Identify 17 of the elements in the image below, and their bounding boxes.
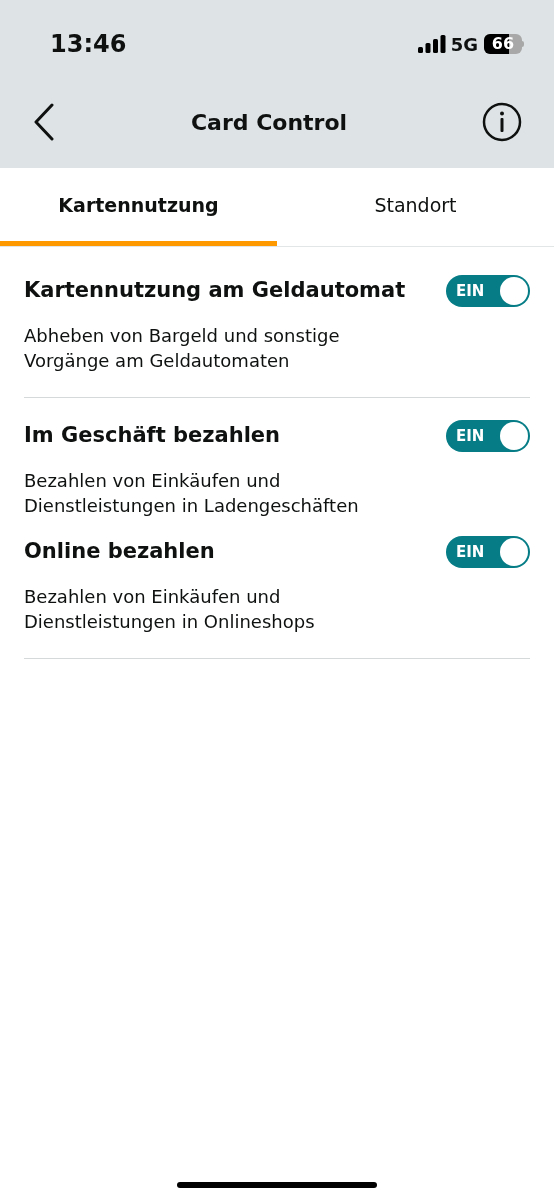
- setting-title: Kartennutzung am Geldautomat: [24, 277, 406, 305]
- toggle-switch[interactable]: EIN: [446, 275, 530, 307]
- screen-title: Card Control: [190, 108, 348, 137]
- info-icon[interactable]: [482, 102, 522, 142]
- signal-icon: [417, 35, 446, 53]
- tab[interactable]: Standort: [277, 168, 554, 246]
- setting-description: Bezahlen von Einkäufen und Dienstleistungen in Onlineshops: [24, 585, 316, 634]
- setting-title: Im Geschäft bezahlen: [24, 422, 281, 450]
- setting-description: Bezahlen von Einkäufen und Dienstleistungen in Ladengeschäften: [24, 469, 360, 518]
- toggle-switch[interactable]: EIN: [446, 420, 530, 452]
- back-icon[interactable]: [32, 103, 56, 141]
- status-time: 13:46: [50, 29, 127, 60]
- setting-title: Online bezahlen: [24, 538, 215, 566]
- toggle-switch[interactable]: EIN: [446, 536, 530, 568]
- tab[interactable]: Kartennutzung: [0, 168, 277, 246]
- setting-description: Abheben von Bargeld und sonstige Vorgänge am Geldautomaten: [24, 324, 341, 373]
- network-label: 5G: [450, 32, 478, 57]
